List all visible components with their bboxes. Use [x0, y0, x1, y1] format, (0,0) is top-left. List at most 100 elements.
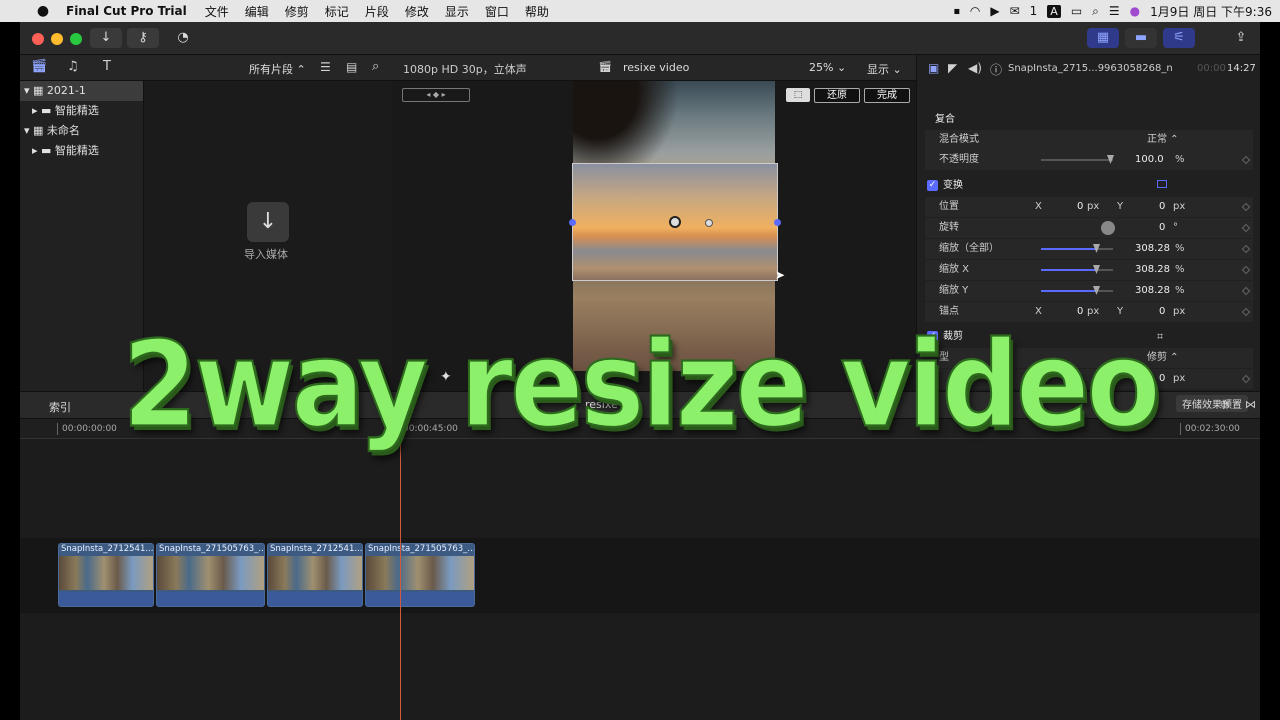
menu-clock[interactable]: 1月9日 周日 下午9:36	[1150, 3, 1272, 20]
stop-record-icon[interactable]: ⏹	[954, 4, 960, 19]
opacity-value[interactable]: 100.0	[1135, 150, 1164, 170]
transform-mode-icon[interactable]: ⬚	[786, 88, 810, 102]
clip-thumbnails	[157, 556, 264, 590]
keyframe-diamond-icon[interactable]	[1241, 265, 1251, 275]
blend-mode-dropdown[interactable]: 正常 ⌃	[1147, 130, 1179, 150]
video-overlay-title: 2way resize video	[121, 316, 1161, 456]
search-icon[interactable]: ⌕	[1092, 4, 1099, 19]
photos-audio-icon[interactable]: ♫	[67, 59, 79, 74]
timeline-toggle-icon[interactable]: ▬	[1125, 28, 1157, 48]
clip-appearance-icon[interactable]: ☰	[320, 60, 331, 74]
rotation-value[interactable]: 0	[1159, 218, 1165, 238]
keywords-icon[interactable]: ⚷	[127, 28, 159, 48]
background-tasks-icon[interactable]: ◔	[169, 28, 197, 48]
input-method-icon[interactable]: A	[1047, 4, 1061, 18]
libraries-icon[interactable]: 🎬︎	[31, 59, 48, 74]
transform-checkbox[interactable]: ✓	[927, 180, 938, 191]
keyframe-diamond-icon[interactable]	[1241, 223, 1251, 233]
position-x-value[interactable]: 0	[1077, 197, 1083, 217]
position-x-label: X	[1035, 201, 1042, 212]
timeline-clip[interactable]: SnapInsta_2712541...	[267, 543, 363, 607]
scale-x-row: 缩放 X 308.28 %	[925, 260, 1253, 280]
transform-box[interactable]	[569, 163, 781, 281]
timeline-clip[interactable]: SnapInsta_271505763_...	[156, 543, 265, 607]
menu-mark[interactable]: 标记	[325, 3, 349, 20]
scale-x-slider[interactable]	[1041, 265, 1113, 274]
timeline-clip[interactable]: SnapInsta_271505763_...	[365, 543, 475, 607]
smart-collection-item[interactable]: ▸ ▬ 智能精选	[20, 141, 143, 161]
menu-file[interactable]: 文件	[205, 3, 229, 20]
scale-y-label: 缩放 Y	[939, 285, 969, 296]
play-circle-icon[interactable]: ▶	[990, 4, 999, 18]
browser-header: 🎬︎ ♫ T 所有片段 ⌃ ☰ ▤ ⌕	[20, 55, 392, 81]
import-media-button[interactable]: ↓	[247, 202, 289, 242]
transform-center-handle[interactable]	[669, 216, 681, 228]
minimize-button[interactable]	[51, 33, 63, 45]
position-label: 位置	[939, 201, 959, 212]
arrow-down-icon: ↓	[258, 209, 278, 234]
import-down-icon[interactable]: ↓	[90, 28, 122, 48]
keyframe-diamond-icon[interactable]	[1241, 244, 1251, 254]
battery-icon[interactable]: ▭	[1071, 4, 1082, 18]
control-center-icon[interactable]: ☰	[1109, 4, 1120, 18]
menu-trim[interactable]: 修剪	[285, 3, 309, 20]
smart-collection-item[interactable]: ▸ ▬ 智能精选	[20, 101, 143, 121]
opacity-row: 不透明度 100.0 %	[925, 150, 1253, 170]
transform-left-handle[interactable]	[569, 219, 576, 226]
wechat-count: 1	[1029, 4, 1038, 18]
info-inspector-icon[interactable]: ⓘ	[990, 61, 1002, 78]
menu-window[interactable]: 窗口	[485, 3, 509, 20]
scale-all-value[interactable]: 308.28	[1135, 239, 1170, 259]
keyframe-diamond-icon[interactable]	[1241, 202, 1251, 212]
mouse-cursor-icon: ➤	[775, 268, 786, 282]
rotation-dial-icon[interactable]	[1101, 221, 1115, 235]
wifi-icon[interactable]: ◠	[970, 4, 980, 18]
transform-onscreen-icon[interactable]	[1157, 180, 1167, 188]
search-icon[interactable]: ⌕	[372, 59, 379, 74]
audio-inspector-icon[interactable]: ◀)	[968, 61, 982, 75]
filmstrip-icon[interactable]: ▤	[346, 60, 357, 74]
menu-modify[interactable]: 修改	[405, 3, 429, 20]
zoom-dropdown[interactable]: 25% ⌄	[809, 61, 846, 74]
scale-x-value[interactable]: 308.28	[1135, 260, 1170, 280]
transform-right-handle[interactable]	[774, 219, 781, 226]
done-button[interactable]: 完成	[864, 88, 910, 103]
scale-y-value[interactable]: 308.28	[1135, 281, 1170, 301]
keyframe-nav[interactable]: ◂ ◆ ▸	[402, 88, 470, 102]
display-dropdown[interactable]: 显示 ⌄	[867, 61, 902, 77]
menu-clip[interactable]: 片段	[365, 3, 389, 20]
opacity-slider[interactable]	[1041, 155, 1114, 164]
app-menu[interactable]: Final Cut Pro Trial	[66, 4, 187, 18]
color-inspector-icon[interactable]: ◤	[948, 61, 957, 75]
timeline[interactable]: SnapInsta_2712541... SnapInsta_271505763…	[20, 439, 1260, 720]
format-label: 1080p HD 30p，立体声	[403, 63, 527, 76]
menu-view[interactable]: 显示	[445, 3, 469, 20]
library-item[interactable]: ▾ ▦ 未命名	[20, 121, 143, 141]
scale-y-slider[interactable]	[1041, 286, 1113, 295]
playhead[interactable]	[400, 419, 401, 720]
siri-icon[interactable]: ●	[1130, 4, 1140, 18]
window-toolbar: ↓ ⚷ ◔ ▦ ▬ ⚟ ⇪	[20, 22, 1260, 55]
position-y-value[interactable]: 0	[1159, 197, 1165, 217]
keyframe-diamond-icon[interactable]	[1241, 155, 1251, 165]
close-button[interactable]	[32, 33, 44, 45]
timeline-clip[interactable]: SnapInsta_2712541...	[58, 543, 154, 607]
clip-filter-dropdown[interactable]: 所有片段 ⌃	[249, 61, 306, 77]
titles-generators-icon[interactable]: T	[103, 59, 111, 74]
scale-all-slider[interactable]	[1041, 244, 1113, 253]
blend-mode-row: 混合模式 正常 ⌃	[925, 130, 1253, 150]
wechat-icon[interactable]: ✉	[1010, 4, 1020, 18]
apple-logo-icon[interactable]: ●	[28, 3, 58, 19]
video-inspector-icon[interactable]: ▣	[928, 61, 939, 75]
menu-help[interactable]: 帮助	[525, 3, 549, 20]
library-item[interactable]: ▾ ▦ 2021-1	[20, 81, 143, 101]
zoom-button[interactable]	[70, 33, 82, 45]
inspector-toggle-icon[interactable]: ⚟	[1163, 28, 1195, 48]
reset-button[interactable]: 还原	[814, 88, 860, 103]
transform-rotate-handle[interactable]	[705, 219, 713, 227]
browser-toggle-icon[interactable]: ▦	[1087, 28, 1119, 48]
keyframe-diamond-icon[interactable]	[1241, 286, 1251, 296]
menu-edit[interactable]: 编辑	[245, 3, 269, 20]
scale-all-row: 缩放（全部） 308.28 %	[925, 239, 1253, 259]
share-icon[interactable]: ⇪	[1228, 28, 1254, 48]
